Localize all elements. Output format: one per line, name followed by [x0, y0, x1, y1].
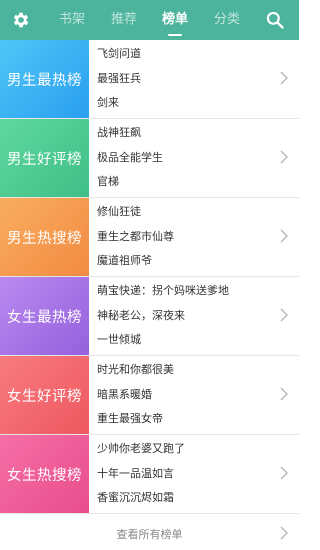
ranking-banner: 男生好评榜 [0, 119, 89, 197]
book-title[interactable]: 重生最强女帝 [97, 412, 163, 426]
chevron-right-icon [280, 526, 288, 540]
book-title[interactable]: 少帅你老婆又跑了 [97, 442, 185, 456]
book-title[interactable]: 飞剑问道 [97, 47, 141, 61]
ranking-row-female-hot[interactable]: 女生最热榜 萌宝快递：拐个妈咪送爹地 神秘老公，深夜来 一世倾城 [0, 277, 299, 356]
chevron-right-icon [280, 229, 288, 243]
gear-icon[interactable] [11, 10, 31, 30]
ranking-banner: 男生最热榜 [0, 40, 89, 118]
book-title[interactable]: 一世倾城 [97, 333, 141, 347]
view-all-rankings-button[interactable]: 查看所有榜单 [0, 514, 299, 550]
book-title[interactable]: 修仙狂徒 [97, 205, 141, 219]
book-list: 萌宝快递：拐个妈咪送爹地 神秘老公，深夜来 一世倾城 [97, 277, 277, 355]
book-title[interactable]: 时光和你都很美 [97, 363, 174, 377]
ranking-banner: 女生最热榜 [0, 277, 89, 355]
search-icon[interactable] [265, 10, 285, 30]
book-title[interactable]: 神秘老公，深夜来 [97, 309, 185, 323]
chevron-right-icon [280, 466, 288, 480]
ranking-row-female-search[interactable]: 女生热搜榜 少帅你老婆又跑了 十年一品温如言 香蜜沉沉烬如霜 [0, 435, 299, 514]
ranking-banner: 男生热搜榜 [0, 198, 89, 276]
ranking-banner: 女生热搜榜 [0, 435, 89, 513]
book-list: 飞剑问道 最强狂兵 剑来 [97, 40, 277, 118]
book-title[interactable]: 重生之都市仙尊 [97, 230, 174, 244]
book-list: 时光和你都很美 暗黑系暖婚 重生最强女帝 [97, 356, 277, 434]
chevron-right-icon [280, 308, 288, 322]
ranking-row-male-search[interactable]: 男生热搜榜 修仙狂徒 重生之都市仙尊 魔道祖师爷 [0, 198, 299, 277]
book-title[interactable]: 最强狂兵 [97, 72, 141, 86]
tab-recommend[interactable]: 推荐 [104, 0, 144, 40]
chevron-right-icon [280, 387, 288, 401]
ranking-row-male-hot[interactable]: 男生最热榜 飞剑问道 最强狂兵 剑来 [0, 40, 299, 119]
book-title[interactable]: 极品全能学生 [97, 151, 163, 165]
book-list: 战神狂飙 极品全能学生 官梯 [97, 119, 277, 197]
book-list: 少帅你老婆又跑了 十年一品温如言 香蜜沉沉烬如霜 [97, 435, 277, 513]
chevron-right-icon [280, 150, 288, 164]
book-title[interactable]: 战神狂飙 [97, 126, 141, 140]
ranking-row-male-rated[interactable]: 男生好评榜 战神狂飙 极品全能学生 官梯 [0, 119, 299, 198]
book-title[interactable]: 十年一品温如言 [97, 467, 174, 481]
ranking-banner: 女生好评榜 [0, 356, 89, 434]
book-title[interactable]: 香蜜沉沉烬如霜 [97, 491, 174, 505]
book-title[interactable]: 官梯 [97, 175, 119, 189]
book-title[interactable]: 萌宝快递：拐个妈咪送爹地 [97, 284, 229, 298]
tab-categories[interactable]: 分类 [207, 0, 247, 40]
ranking-row-female-rated[interactable]: 女生好评榜 时光和你都很美 暗黑系暖婚 重生最强女帝 [0, 356, 299, 435]
book-title[interactable]: 剑来 [97, 96, 119, 110]
book-title[interactable]: 魔道祖师爷 [97, 254, 152, 268]
book-list: 修仙狂徒 重生之都市仙尊 魔道祖师爷 [97, 198, 277, 276]
tab-bookshelf[interactable]: 书架 [52, 0, 92, 40]
view-all-label: 查看所有榜单 [116, 528, 183, 541]
chevron-right-icon [280, 71, 288, 85]
top-bar: 书架 推荐 榜单 分类 [0, 0, 299, 40]
book-title[interactable]: 暗黑系暖婚 [97, 388, 152, 402]
tab-rankings[interactable]: 榜单 [155, 0, 195, 40]
